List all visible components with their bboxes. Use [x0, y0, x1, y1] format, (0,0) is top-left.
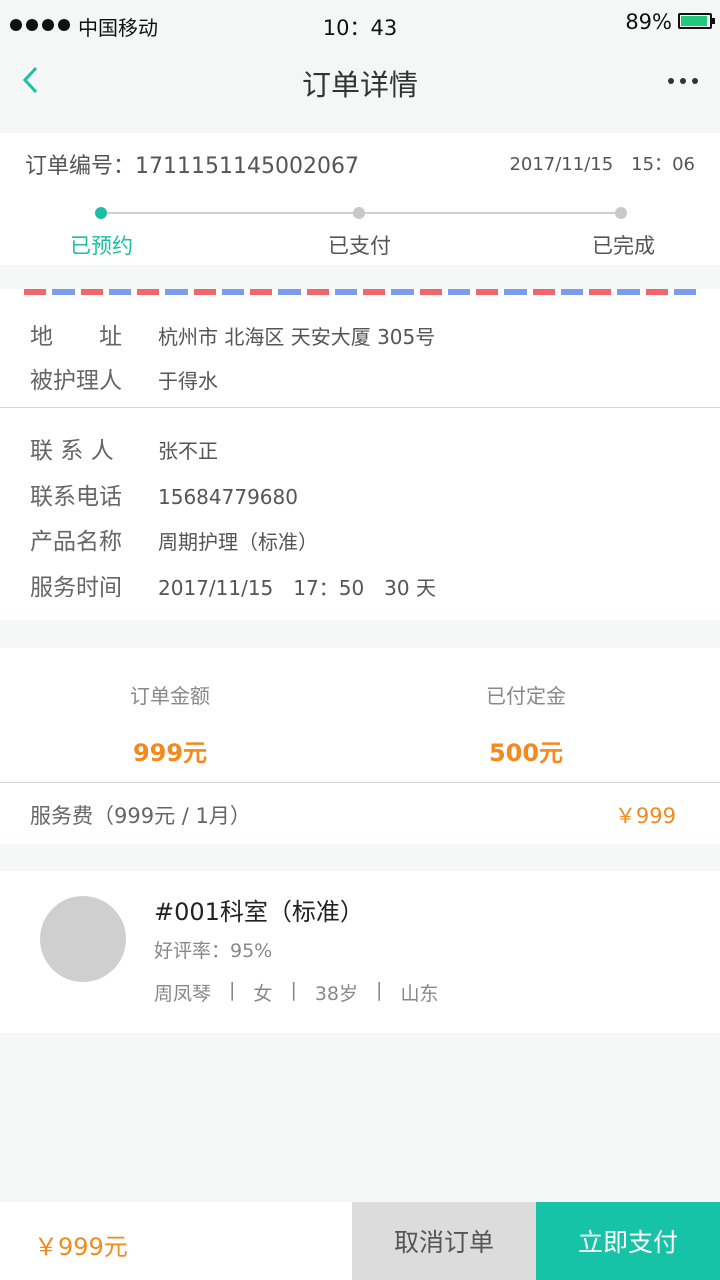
- stamp-segment: [80, 289, 103, 295]
- step-label-paid: 已支付: [328, 234, 391, 258]
- stamp-segment: [52, 289, 75, 295]
- envelope-border-decoration: [24, 289, 696, 295]
- divider: [0, 407, 720, 408]
- phone-row: 联系电话 15684779680: [30, 477, 298, 511]
- deposit-block: 已付定金 500元: [396, 680, 656, 768]
- order-amount-value: 999元: [132, 739, 208, 767]
- order-number: 订单编号：1711151145002067: [25, 154, 359, 179]
- stamp-segment: [24, 289, 47, 295]
- avatar: [40, 896, 126, 982]
- staff-origin: 山东: [400, 983, 439, 1005]
- address-value: 杭州市 北海区 天安大厦 305号: [158, 325, 436, 349]
- stamp-segment: [250, 289, 273, 295]
- page-title: 订单详情: [301, 68, 418, 102]
- stamp-segment: [673, 289, 696, 295]
- product-row: 产品名称 周期护理（标准）: [30, 522, 318, 556]
- bottom-bar: ￥999元 取消订单 立即支付: [0, 1202, 720, 1280]
- status-bar: 中国移动 10：43 89%: [0, 0, 720, 48]
- staff-meta: 周凤琴 | 女 | 38岁 | 山东: [154, 979, 438, 1006]
- order-amount-block: 订单金额 999元: [40, 680, 300, 768]
- staff-name: 周凤琴: [154, 983, 212, 1005]
- patient-value: 于得水: [158, 369, 218, 393]
- battery-percent: 89%: [625, 10, 672, 34]
- step-label-done: 已完成: [592, 234, 655, 258]
- contact-label: 联 系 人: [30, 438, 114, 464]
- product-label: 产品名称: [30, 529, 122, 555]
- stamp-segment: [419, 289, 442, 295]
- staff-title: #001科室（标准）: [154, 898, 364, 926]
- address-row: 地 址 杭州市 北海区 天安大厦 305号: [30, 317, 435, 351]
- step-dot-done: [615, 207, 627, 219]
- contact-value: 张不正: [158, 439, 218, 463]
- stamp-segment: [334, 289, 357, 295]
- cancel-order-button[interactable]: 取消订单: [352, 1202, 536, 1280]
- contact-row: 联 系 人 张不正: [30, 431, 218, 465]
- order-amount-label: 订单金额: [130, 684, 210, 708]
- stamp-segment: [108, 289, 131, 295]
- step-dot-paid: [353, 207, 365, 219]
- address-label: 地 址: [30, 324, 122, 350]
- stamp-segment: [278, 289, 301, 295]
- staff-card[interactable]: #001科室（标准） 好评率：95% 周凤琴 | 女 | 38岁 | 山东: [0, 871, 720, 1033]
- stamp-segment: [306, 289, 329, 295]
- product-value: 周期护理（标准）: [158, 530, 318, 554]
- staff-gender: 女: [253, 983, 273, 1005]
- stamp-segment: [165, 289, 188, 295]
- separator: |: [229, 979, 236, 1001]
- separator: |: [376, 979, 383, 1001]
- divider: [0, 782, 720, 783]
- stamp-segment: [645, 289, 668, 295]
- nav-bar: 订单详情: [0, 48, 720, 112]
- stamp-segment: [617, 289, 640, 295]
- service-time-row: 服务时间 2017/11/15 17：50 30 天: [30, 568, 436, 602]
- stamp-segment: [391, 289, 414, 295]
- stamp-segment: [589, 289, 612, 295]
- total-amount: ￥999元: [34, 1233, 128, 1261]
- stamp-segment: [137, 289, 160, 295]
- step-dot-booked: [95, 207, 107, 219]
- stamp-segment: [560, 289, 583, 295]
- address-card: 地 址 杭州市 北海区 天安大厦 305号 被护理人 于得水 联 系 人 张不正…: [0, 289, 720, 620]
- service-fee-label: 服务费（999元 / 1月）: [30, 804, 251, 828]
- fees-card: 订单金额 999元 已付定金 500元 服务费（999元 / 1月） ￥999: [0, 648, 720, 844]
- stamp-segment: [193, 289, 216, 295]
- order-datetime: 2017/11/15 15：06: [509, 154, 695, 175]
- separator: |: [290, 979, 297, 1001]
- service-time-value: 2017/11/15 17：50 30 天: [158, 576, 436, 600]
- battery-icon: [678, 13, 715, 29]
- pay-now-button[interactable]: 立即支付: [536, 1202, 720, 1280]
- service-time-label: 服务时间: [30, 575, 122, 601]
- step-label-booked: 已预约: [70, 234, 133, 258]
- staff-rating: 好评率：95%: [154, 940, 273, 962]
- phone-label: 联系电话: [30, 484, 122, 510]
- deposit-value: 500元: [488, 739, 564, 767]
- stamp-segment: [476, 289, 499, 295]
- service-fee-amount: ￥999: [614, 804, 676, 828]
- phone-value[interactable]: 15684779680: [158, 485, 298, 509]
- stamp-segment: [447, 289, 470, 295]
- patient-row: 被护理人 于得水: [30, 361, 218, 395]
- more-icon[interactable]: [668, 78, 698, 84]
- clock: 10：43: [322, 16, 398, 40]
- order-card: 订单编号：1711151145002067 2017/11/15 15：06 已…: [0, 133, 720, 265]
- stamp-segment: [221, 289, 244, 295]
- stamp-segment: [504, 289, 527, 295]
- staff-age: 38岁: [314, 983, 359, 1005]
- deposit-label: 已付定金: [486, 684, 566, 708]
- patient-label: 被护理人: [30, 368, 122, 394]
- stamp-segment: [532, 289, 555, 295]
- stamp-segment: [363, 289, 386, 295]
